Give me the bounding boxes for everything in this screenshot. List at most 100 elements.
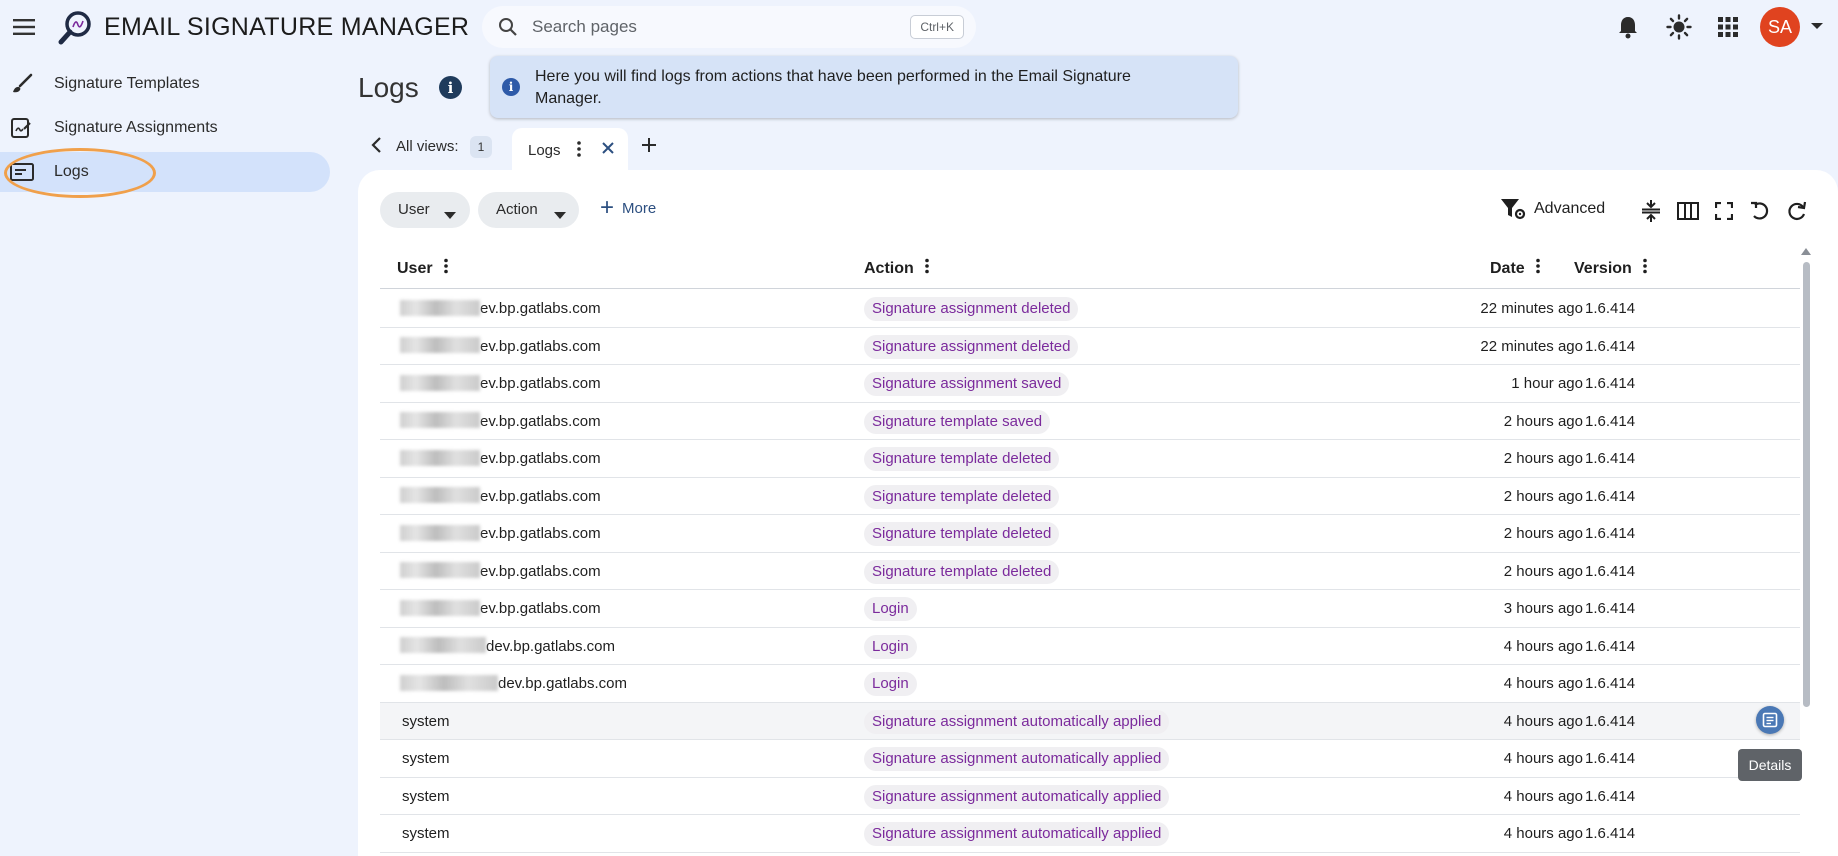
table-row[interactable]: dev.bp.gatlabs.com Login 4 hours ago 1.6.41… [380,665,1800,703]
close-icon[interactable] [600,140,616,161]
table-row[interactable]: system Signature assignment automatically… [380,778,1800,815]
sidebar-item-logs[interactable]: Logs [0,152,330,192]
app-title: EMAIL SIGNATURE MANAGER [104,13,470,41]
search-bar[interactable]: Search pages Ctrl+K [482,6,976,48]
date-cell: 2 hours ago [380,515,1583,552]
advanced-filter-button[interactable]: Advanced [1500,197,1605,221]
column-menu-icon[interactable] [1642,258,1648,279]
column-header-date[interactable]: Date [1490,258,1541,279]
table-row[interactable]: system Signature assignment automatically… [380,740,1800,778]
version-cell: 1.6.414 [1585,328,1635,365]
column-header-user[interactable]: User [397,258,449,279]
table-row[interactable]: ev.bp.gatlabs.com Signature template dele… [380,553,1800,590]
date-text: 4 hours ago [1503,637,1583,655]
theme-toggle-sun-icon[interactable] [1665,13,1693,41]
date-text: 4 hours ago [1503,825,1583,842]
logs-table-body: ev.bp.gatlabs.com Signature assignment de… [380,290,1800,853]
table-row[interactable]: ev.bp.gatlabs.com Signature template dele… [380,478,1800,515]
undo-icon[interactable] [1747,198,1773,224]
info-icon[interactable]: i [439,76,462,99]
tab-logs[interactable]: Logs [512,128,628,170]
column-header-label: Version [1574,259,1632,277]
version-text: 1.6.414 [1585,525,1636,542]
date-text: 4 hours ago [1503,675,1583,692]
date-text: 4 hours ago [1503,787,1583,805]
signature-icon [10,117,34,139]
caret-down-icon [554,207,566,224]
table-row[interactable]: ev.bp.gatlabs.com Signature assignment sa… [380,365,1800,403]
action-filter-chip[interactable]: Action [478,192,579,228]
column-header-label: Action [864,259,914,277]
action-filter-label: Action [496,201,538,218]
column-header-action[interactable]: Action [864,258,930,279]
page-title: Logs [358,72,419,103]
version-text: 1.6.414 [1585,675,1636,692]
scroll-up-arrow-icon[interactable] [1801,248,1811,255]
notifications-bell-icon[interactable] [1614,13,1642,41]
column-menu-icon[interactable] [924,258,930,279]
date-cell: 4 hours ago [380,815,1583,852]
table-row[interactable]: ev.bp.gatlabs.com Signature template save… [380,403,1800,440]
add-view-plus-icon[interactable] [640,136,658,159]
account-caret-icon[interactable] [1810,18,1824,36]
date-cell: 1 hour ago [380,365,1583,402]
all-views-label[interactable]: All views: [396,138,459,155]
date-cell: 4 hours ago [380,703,1583,740]
chevron-left-icon[interactable] [368,136,386,159]
caret-down-icon [444,207,456,224]
date-cell: 2 hours ago [380,478,1583,515]
version-cell: 1.6.414 [1585,440,1635,477]
table-row[interactable]: system Signature assignment automatically… [380,702,1800,740]
table-row[interactable]: ev.bp.gatlabs.com Signature assignment de… [380,328,1800,365]
version-cell: 1.6.414 [1585,403,1635,440]
version-cell: 1.6.414 [1585,553,1635,590]
version-cell: 1.6.414 [1585,365,1635,402]
sidebar-item-signature-assignments[interactable]: Signature Assignments [0,108,330,148]
vertical-scrollbar[interactable] [1803,262,1810,707]
column-menu-icon[interactable] [1535,258,1541,279]
date-text-wrap: 4 hours ago [1504,628,1583,665]
version-cell: 1.6.414 [1585,778,1635,815]
table-row[interactable]: ev.bp.gatlabs.com Login 3 hours ago 1.6.414 [380,590,1800,628]
table-row[interactable]: ev.bp.gatlabs.com Signature assignment de… [380,290,1800,328]
more-filters-button[interactable]: + More [600,196,656,220]
fullscreen-icon[interactable] [1711,198,1737,224]
refresh-icon[interactable] [1784,198,1810,224]
date-text-wrap: 4 hours ago [1504,815,1583,852]
columns-icon[interactable] [1675,198,1701,224]
date-text-wrap: 4 hours ago [1504,778,1583,815]
date-text-wrap: 4 hours ago [1504,703,1583,740]
date-text-wrap: 2 hours ago [1504,478,1583,515]
date-text-wrap: 4 hours ago [1504,740,1583,777]
search-input[interactable]: Search pages [532,17,637,37]
sidebar-item-label: Signature Templates [54,75,200,92]
version-text: 1.6.414 [1585,825,1636,842]
apps-grid-icon[interactable] [1714,13,1742,41]
version-text: 1.6.414 [1585,787,1636,805]
user-filter-chip[interactable]: User [380,192,470,228]
details-icon[interactable] [1756,706,1784,734]
table-row[interactable]: ev.bp.gatlabs.com Signature template dele… [380,515,1800,553]
kebab-menu-icon[interactable] [576,140,582,163]
date-text-wrap: 4 hours ago [1504,665,1583,702]
density-icon[interactable] [1638,198,1664,224]
search-shortcut-badge: Ctrl+K [910,15,964,39]
date-text: 22 minutes ago [1480,337,1583,355]
column-menu-icon[interactable] [443,258,449,279]
date-text-wrap: 2 hours ago [1504,553,1583,590]
date-cell: 4 hours ago [380,628,1583,665]
date-text: 2 hours ago [1503,412,1583,430]
sidebar-item-signature-templates[interactable]: Signature Templates [0,64,330,104]
table-row[interactable]: system Signature assignment automatically… [380,815,1800,853]
user-avatar[interactable]: SA [1760,7,1800,47]
hamburger-menu-icon[interactable] [10,13,38,41]
brush-icon [10,73,34,95]
top-app-bar: EMAIL SIGNATURE MANAGER Search pages Ctr… [0,0,1838,54]
table-header-divider [380,288,1800,289]
column-header-version[interactable]: Version [1574,258,1648,279]
version-cell: 1.6.414 [1585,665,1635,702]
table-row[interactable]: ev.bp.gatlabs.com Signature template dele… [380,440,1800,478]
date-cell: 3 hours ago [380,590,1583,627]
date-text: 2 hours ago [1503,487,1583,505]
table-row[interactable]: dev.bp.gatlabs.com Login 4 hours ago 1.6.41… [380,628,1800,665]
